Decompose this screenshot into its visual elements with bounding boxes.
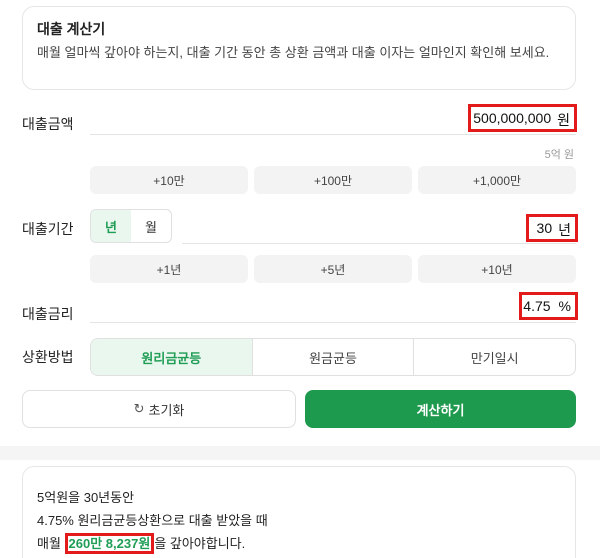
method-equal-payment[interactable]: 원리금균등 [91,339,252,375]
info-title: 대출 계산기 [37,21,106,37]
period-label: 대출기간 [22,221,74,237]
period-value: 30 [536,220,553,236]
method-bullet[interactable]: 만기일시 [413,339,575,375]
info-card: 대출 계산기 매월 얼마씩 갚아야 하는지, 대출 기간 동안 총 상환 금액과… [22,6,576,90]
amount-chip-100man[interactable]: +100만 [254,166,412,194]
reset-button[interactable]: ↻ 초기화 [22,390,296,428]
result-monthly-amount: 260만 8,237원 [64,533,155,554]
rate-input-underline [90,322,576,323]
result-line-3: 매월 260만 8,237원 을 갚아야합니다. [37,533,246,554]
rate-unit: % [558,298,571,314]
period-input-underline [182,243,576,244]
result-suffix: 을 갚아야합니다. [154,536,246,551]
result-prefix: 매월 [37,536,65,551]
amount-value: 500,000,000 [473,110,552,126]
result-line-1: 5억원을 30년동안 [37,490,135,505]
amount-chip-1000man[interactable]: +1,000만 [418,166,576,194]
period-unit: 년 [558,222,571,238]
result-line-2: 4.75% 원리금균등상환으로 대출 받았을 때 [37,513,268,528]
rate-label: 대출금리 [22,306,74,322]
period-unit-toggle: 년 월 [90,209,172,243]
calculate-button[interactable]: 계산하기 [305,390,576,428]
amount-hint: 5억 원 [544,149,574,161]
result-card: 5억원을 30년동안 4.75% 원리금균등상환으로 대출 받았을 때 매월 2… [22,466,576,558]
method-label: 상환방법 [22,349,74,365]
rate-input[interactable]: 4.75 % [519,292,578,320]
period-unit-year[interactable]: 년 [91,210,131,242]
amount-unit: 원 [557,112,570,128]
amount-input-underline [90,134,576,135]
amount-label: 대출금액 [22,116,74,132]
method-equal-principal[interactable]: 원금균등 [251,339,414,375]
rate-value: 4.75 [523,298,551,314]
amount-input[interactable]: 500,000,000 원 [468,104,577,132]
amount-chip-10man[interactable]: +10만 [90,166,248,194]
period-chip-10y[interactable]: +10년 [418,255,576,283]
period-chip-1y[interactable]: +1년 [90,255,248,283]
period-input[interactable]: 30 년 [526,214,578,242]
method-selector: 원리금균등 원금균등 만기일시 [90,338,576,376]
reset-label: 초기화 [148,402,185,418]
refresh-icon: ↻ [133,401,145,416]
info-description: 매월 얼마씩 갚아야 하는지, 대출 기간 동안 총 상환 금액과 대출 이자는… [37,45,550,60]
section-divider [0,446,600,460]
period-unit-month[interactable]: 월 [131,210,171,242]
period-chip-5y[interactable]: +5년 [254,255,412,283]
